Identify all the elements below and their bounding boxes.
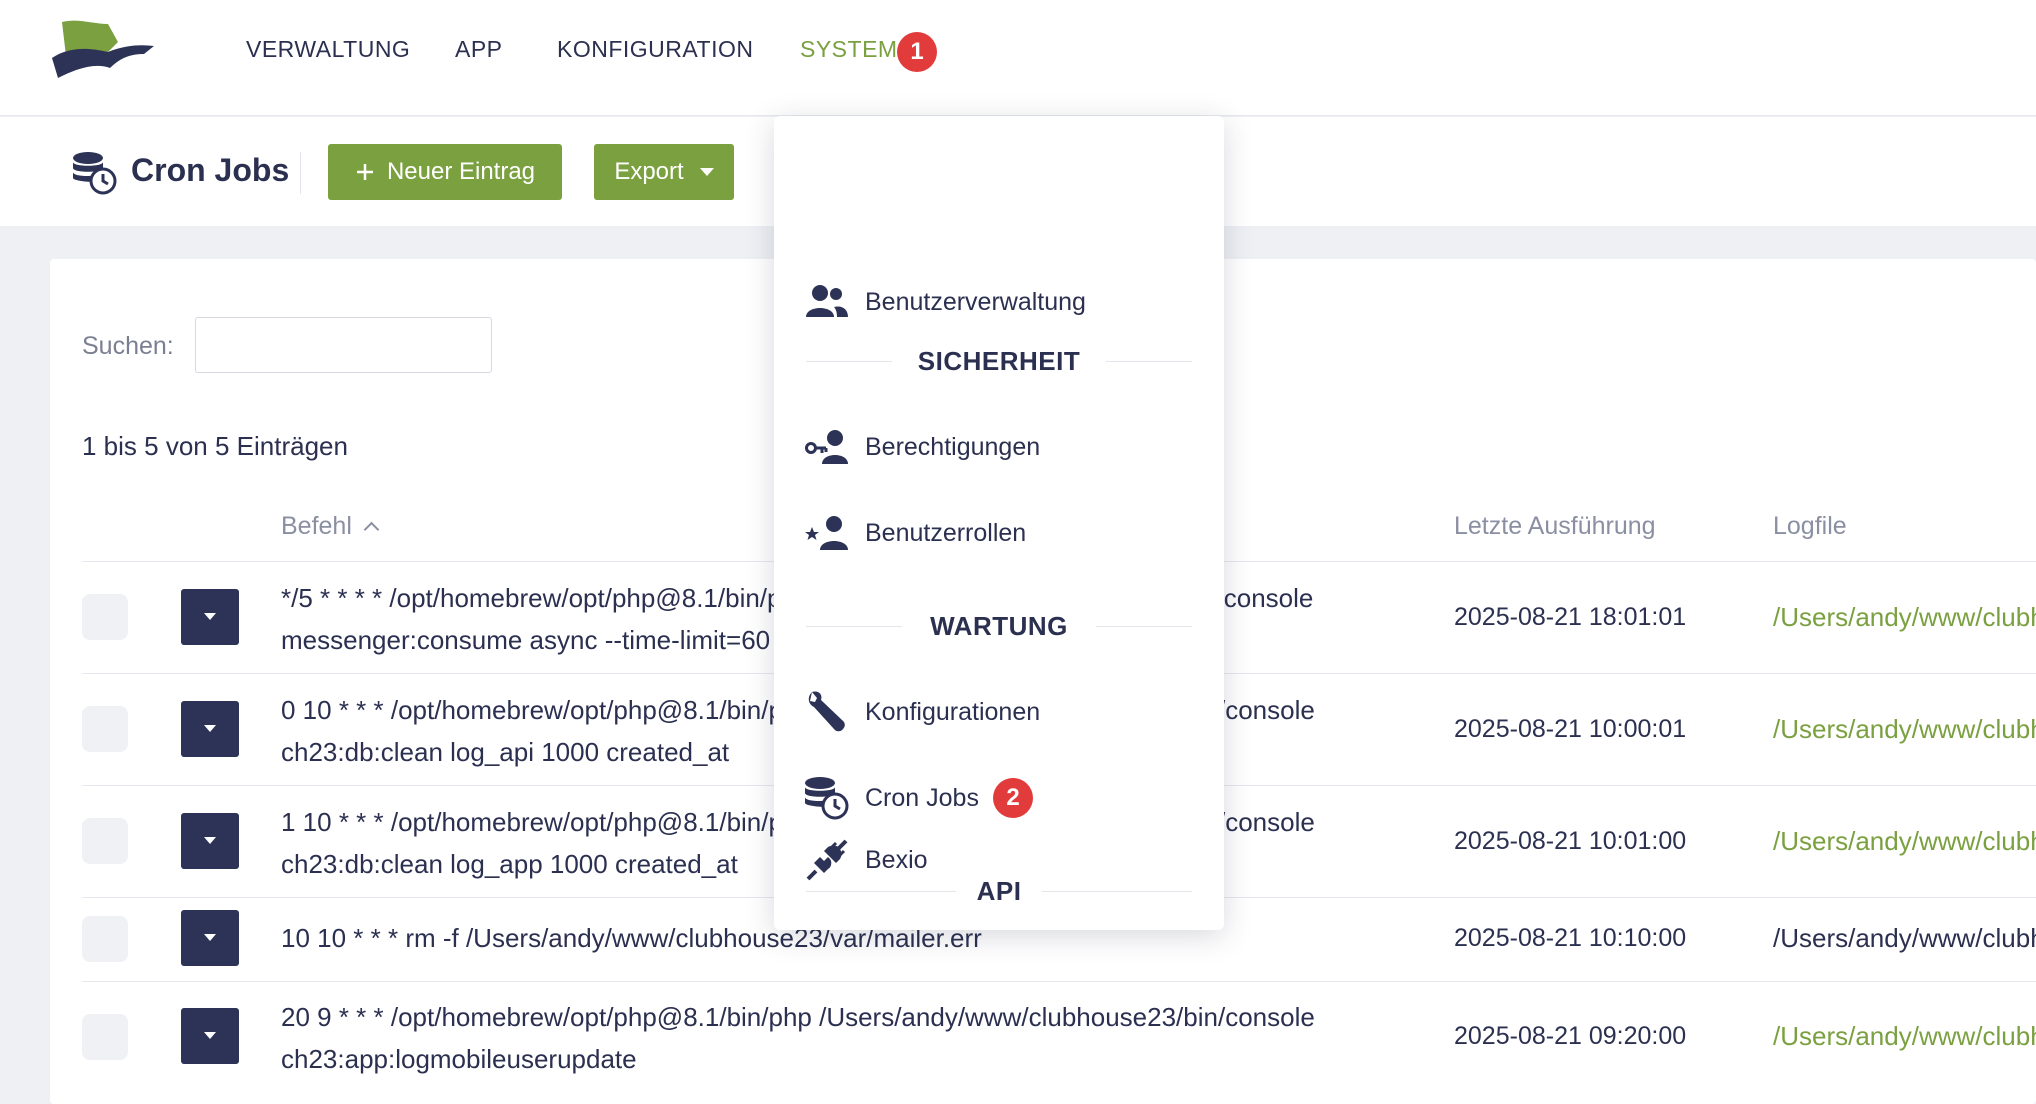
row-expand-button[interactable] (181, 589, 239, 645)
wrench-icon (808, 691, 845, 732)
row-expand-button[interactable] (181, 910, 239, 966)
menu-item-label: Berechtigungen (865, 432, 1041, 461)
command-line2: ch23:db:clean log_app 1000 created_at (281, 849, 738, 879)
search-label: Suchen: (82, 332, 174, 360)
last-run: 2025-08-21 09:20:00 (1454, 1022, 1687, 1050)
nav-verwaltung[interactable]: VERWALTUNG (246, 36, 410, 63)
table-divider (82, 981, 2036, 982)
database-clock-icon (73, 152, 117, 195)
command-line2: messenger:consume async --time-limit=60 (281, 625, 771, 655)
last-run: 2025-08-21 10:10:00 (1454, 924, 1687, 952)
row-checkbox[interactable] (82, 916, 128, 962)
menu-item-benutzerverwaltung[interactable]: Benutzerverwaltung (774, 272, 1224, 332)
database-clock-icon (805, 777, 849, 820)
system-badge: 1 (897, 32, 937, 72)
plug-icon (806, 839, 848, 881)
logfile-link[interactable]: /Users/andy/www/clubhouse23/var/log (1773, 714, 2036, 745)
system-dropdown-menu: Benutzerverwaltung SICHERHEIT Berechtigu… (774, 116, 1224, 930)
row-checkbox[interactable] (82, 594, 128, 640)
logfile-link[interactable]: /Users/andy/www/clubhouse23/var/log (1773, 1021, 2036, 1052)
section-header-sicherheit: SICHERHEIT (806, 341, 1192, 381)
menu-item-benutzerrollen[interactable]: Benutzerrollen (774, 503, 1224, 563)
header-divider (300, 152, 301, 194)
logfile-link[interactable]: /Users/andy/www/clubhouse23/var/log (1773, 602, 2036, 633)
logfile-link[interactable]: /Users/andy/www/clubhouse23/var/log (1773, 826, 2036, 857)
new-entry-button[interactable]: Neuer Eintrag (328, 144, 562, 200)
row-checkbox[interactable] (82, 1014, 128, 1060)
menu-item-berechtigungen[interactable]: Berechtigungen (774, 417, 1224, 477)
row-expand-button[interactable] (181, 813, 239, 869)
nav-system[interactable]: SYSTEM (800, 36, 898, 63)
new-entry-label: Neuer Eintrag (386, 158, 536, 185)
row-expand-button[interactable] (181, 701, 239, 757)
section-header-wartung: WARTUNG (806, 606, 1192, 646)
users-icon (806, 285, 848, 317)
column-header-logfile[interactable]: Logfile (1773, 512, 1847, 541)
command-line2: ch23:app:logmobileuserupdate (281, 1044, 637, 1074)
nav-konfiguration[interactable]: KONFIGURATION (557, 36, 753, 63)
last-run: 2025-08-21 10:01:00 (1454, 827, 1687, 855)
menu-item-label: Konfigurationen (865, 697, 1041, 726)
menu-item-label: Bexio (865, 845, 928, 874)
user-star-icon (805, 516, 848, 550)
last-run: 2025-08-21 10:00:01 (1454, 715, 1687, 743)
row-expand-button[interactable] (181, 1008, 239, 1064)
top-navbar: VERWALTUNG APP KONFIGURATION SYSTEM 1 (0, 0, 2036, 116)
entries-info: 1 bis 5 von 5 Einträgen (82, 431, 348, 461)
nav-app[interactable]: APP (455, 36, 503, 63)
plus-icon (356, 164, 373, 180)
column-header-befehl-label: Befehl (281, 512, 352, 540)
column-header-befehl[interactable]: Befehl (281, 512, 380, 541)
menu-item-label: Cron Jobs (865, 783, 979, 812)
section-title: WARTUNG (930, 611, 1068, 641)
column-header-letzte-ausfuehrung[interactable]: Letzte Ausführung (1454, 512, 1656, 541)
row-checkbox[interactable] (82, 818, 128, 864)
user-key-icon (805, 430, 848, 464)
cron-jobs-badge: 2 (993, 778, 1033, 818)
logo-icon[interactable] (48, 18, 158, 82)
menu-item-cron-jobs[interactable]: Cron Jobs 2 (774, 768, 1224, 828)
menu-item-label: Benutzerrollen (865, 518, 1027, 547)
sort-asc-icon (363, 521, 380, 538)
logfile-path: /Users/andy/www/clubhouse23/var/log (1773, 923, 2036, 953)
menu-item-bexio[interactable]: Bexio (774, 830, 1224, 890)
page-title: Cron Jobs (131, 152, 290, 188)
search-input[interactable] (195, 317, 492, 373)
caret-down-icon (699, 168, 714, 176)
section-title: SICHERHEIT (917, 346, 1081, 376)
menu-item-label: Benutzerverwaltung (865, 287, 1086, 316)
row-checkbox[interactable] (82, 706, 128, 752)
menu-item-konfigurationen[interactable]: Konfigurationen (774, 682, 1224, 742)
command-line1: 20 9 * * * /opt/homebrew/opt/php@8.1/bin… (281, 1002, 1315, 1032)
export-button[interactable]: Export (594, 144, 734, 200)
command-line2: ch23:db:clean log_api 1000 created_at (281, 737, 730, 767)
export-label: Export (614, 158, 684, 185)
last-run: 2025-08-21 18:01:01 (1454, 603, 1687, 631)
